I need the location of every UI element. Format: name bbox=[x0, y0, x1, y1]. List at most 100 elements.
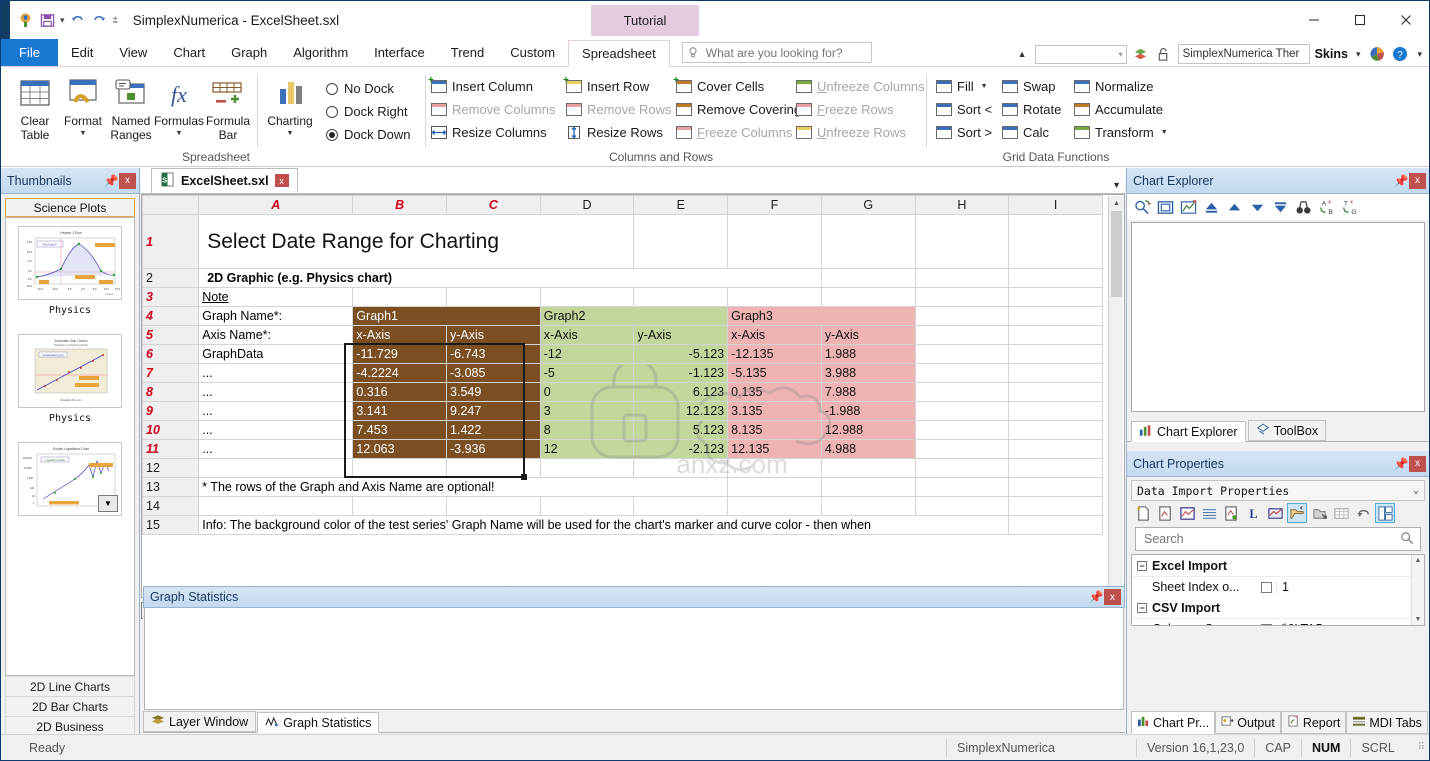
customize-qat-caret[interactable]: ⩲ bbox=[112, 15, 119, 26]
chart-properties-search-input[interactable] bbox=[1142, 531, 1400, 547]
cell-g1-x-1[interactable]: -4.2224 bbox=[352, 363, 448, 383]
cell-graph3-name[interactable]: Graph3 bbox=[727, 306, 916, 326]
cell-E12[interactable] bbox=[633, 458, 729, 478]
cell-subtitle[interactable]: 2D Graphic (e.g. Physics chart) bbox=[198, 268, 822, 288]
tab-report[interactable]: Report bbox=[1280, 711, 1347, 734]
cell-title[interactable]: Select Date Range for Charting bbox=[198, 214, 635, 269]
scroll-up-arrow[interactable]: ▲ bbox=[1109, 196, 1124, 211]
insert-column-command[interactable]: + Insert Column bbox=[428, 75, 533, 94]
row-header-3[interactable]: 3 bbox=[141, 287, 200, 307]
named-ranges-button[interactable]: Named Ranges bbox=[105, 73, 157, 141]
category-2d-bar-charts[interactable]: 2D Bar Charts bbox=[5, 696, 135, 716]
help-icon[interactable]: ? bbox=[1391, 45, 1409, 63]
cell-g2-y-4[interactable]: 5.123 bbox=[633, 420, 729, 440]
cell-I6[interactable] bbox=[1008, 344, 1103, 364]
cell-graph2-xaxis-label[interactable]: x-Axis bbox=[539, 325, 635, 345]
export-icon[interactable] bbox=[1309, 503, 1329, 523]
cell-graph2-yaxis-label[interactable]: y-Axis bbox=[633, 325, 729, 345]
row-header-2[interactable]: 2 bbox=[141, 268, 200, 288]
thumbnails-close-icon[interactable]: x bbox=[119, 172, 136, 189]
row-header-6[interactable]: 6 bbox=[141, 344, 200, 364]
swap-command[interactable]: Swap bbox=[1002, 79, 1056, 94]
list-props-icon[interactable] bbox=[1375, 503, 1395, 523]
row-header-14[interactable]: 14 bbox=[141, 496, 200, 516]
cell-g2-x-0[interactable]: -12 bbox=[539, 344, 635, 364]
chart-view-icon[interactable] bbox=[1265, 503, 1285, 523]
cell-label-ellipsis-11[interactable]: ... bbox=[198, 439, 354, 459]
data-import-properties-section[interactable]: Data Import Properties ⌄ bbox=[1131, 480, 1425, 501]
chevron-down-icon[interactable]: ⌄ bbox=[1413, 485, 1419, 496]
cell-label-ellipsis-10[interactable]: ... bbox=[198, 420, 354, 440]
help-caret[interactable]: ▾ bbox=[1414, 49, 1425, 60]
cell-H6[interactable] bbox=[914, 344, 1010, 364]
spreadsheet-grid[interactable]: A B C D E F G H I 1 Select Date Range fo… bbox=[141, 194, 1125, 598]
cell-info-row[interactable]: Info: The background color of the test s… bbox=[198, 515, 1010, 535]
cell-g1-y-1[interactable]: -3.085 bbox=[446, 363, 541, 383]
tab-graph-statistics[interactable]: Graph Statistics bbox=[257, 712, 380, 733]
graph-statistics-close-icon[interactable]: x bbox=[1104, 589, 1121, 605]
graph-statistics-pin-icon[interactable]: 📌 bbox=[1088, 589, 1104, 605]
cell-g3-x-1[interactable]: -5.135 bbox=[727, 363, 822, 383]
cell-g3-y-5[interactable]: 4.988 bbox=[820, 439, 916, 459]
chart-properties-search[interactable] bbox=[1135, 527, 1421, 551]
cell-B12[interactable] bbox=[352, 458, 448, 478]
cell-g2-x-3[interactable]: 3 bbox=[539, 401, 635, 421]
close-button[interactable] bbox=[1383, 1, 1429, 39]
cell-F12[interactable] bbox=[727, 458, 822, 478]
grid-icon[interactable] bbox=[1199, 503, 1219, 523]
row-header-9[interactable]: 9 bbox=[141, 401, 200, 421]
chart-image-icon[interactable] bbox=[1177, 503, 1197, 523]
cell-note[interactable]: Note bbox=[198, 287, 354, 307]
column-header-A[interactable]: A bbox=[198, 195, 354, 215]
table-icon[interactable] bbox=[1331, 503, 1351, 523]
cell-g1-x-0[interactable]: -11.729 bbox=[352, 344, 448, 364]
tab-chart-properties[interactable]: Chart Pr... bbox=[1131, 711, 1216, 734]
cell-C3[interactable] bbox=[446, 287, 541, 307]
cell-B14[interactable] bbox=[352, 496, 448, 516]
cell-label-axis-name[interactable]: Axis Name*: bbox=[198, 325, 354, 345]
collapse-icon[interactable]: − bbox=[1137, 560, 1147, 571]
document-tab-excelsheet[interactable]: S ExcelSheet.sxl x bbox=[151, 168, 298, 193]
fill-command[interactable]: Fill ▼ bbox=[936, 79, 988, 94]
cell-graph2-name[interactable]: Graph2 bbox=[539, 306, 729, 326]
cell-g2-x-1[interactable]: -5 bbox=[539, 363, 635, 383]
thumbnail-item[interactable]: Double Logarithmic Chart Logarithmic Dat… bbox=[6, 434, 134, 516]
category-2d-line-charts[interactable]: 2D Line Charts bbox=[5, 676, 135, 696]
cell-H12[interactable] bbox=[914, 458, 1010, 478]
color-wheel-icon[interactable] bbox=[1368, 45, 1386, 63]
cell-g1-y-0[interactable]: -6.743 bbox=[446, 344, 541, 364]
zoom-refresh-icon[interactable] bbox=[1133, 198, 1151, 216]
thumbnail-item[interactable]: Automatic Gain Control (Machine in Opera… bbox=[6, 326, 134, 434]
skins-caret[interactable]: ▾ bbox=[1353, 49, 1364, 60]
cell-g2-x-2[interactable]: 0 bbox=[539, 382, 635, 402]
category-2d-business[interactable]: 2D Business bbox=[5, 716, 135, 736]
column-header-B[interactable]: B bbox=[352, 195, 448, 215]
cell-label-graph-name[interactable]: Graph Name*: bbox=[198, 306, 354, 326]
row-header-10[interactable]: 10 bbox=[141, 420, 200, 440]
cell-H10[interactable] bbox=[914, 420, 1010, 440]
tab-toolbox[interactable]: ToolBox bbox=[1247, 420, 1327, 441]
t-to-g-icon[interactable]: TG bbox=[1340, 198, 1358, 216]
resize-rows-command[interactable]: Resize Rows bbox=[566, 125, 663, 140]
maximize-button[interactable] bbox=[1337, 1, 1383, 39]
properties-scroll-down-arrow[interactable]: ▼ bbox=[1412, 616, 1424, 623]
column-header-D[interactable]: D bbox=[539, 195, 635, 215]
menu-trend[interactable]: Trend bbox=[438, 39, 497, 66]
cell-D14[interactable] bbox=[539, 496, 635, 516]
cell-g2-y-5[interactable]: -2.123 bbox=[633, 439, 729, 459]
cell-H14[interactable] bbox=[914, 496, 1010, 516]
cell-graph1-yaxis-label[interactable]: y-Axis bbox=[446, 325, 541, 345]
resize-columns-command[interactable]: Resize Columns bbox=[431, 125, 547, 140]
layers-stack-icon[interactable] bbox=[1132, 45, 1150, 63]
cell-g3-y-2[interactable]: 7.988 bbox=[820, 382, 916, 402]
cell-G3[interactable] bbox=[820, 287, 916, 307]
cell-F1[interactable] bbox=[727, 214, 822, 269]
cell-H13[interactable] bbox=[914, 477, 1010, 497]
menu-file[interactable]: File bbox=[1, 39, 58, 66]
cell-g1-y-3[interactable]: 9.247 bbox=[446, 401, 541, 421]
cell-label-ellipsis-8[interactable]: ... bbox=[198, 382, 354, 402]
cell-E14[interactable] bbox=[633, 496, 729, 516]
science-plots-header[interactable]: Science Plots bbox=[5, 198, 135, 217]
bottom-icon[interactable] bbox=[1271, 198, 1289, 216]
legend-L-icon[interactable]: L bbox=[1243, 503, 1263, 523]
